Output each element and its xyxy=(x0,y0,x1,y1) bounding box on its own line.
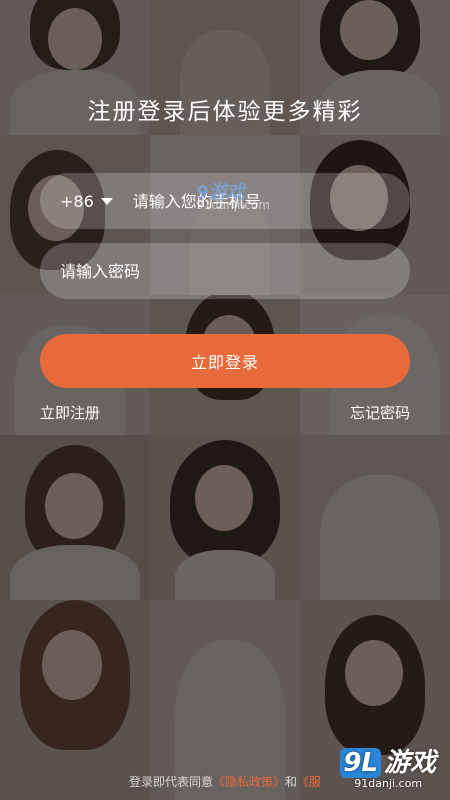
phone-input[interactable] xyxy=(132,191,410,211)
watermark-corner-url: 91danji.com xyxy=(354,777,423,790)
watermark-url: 91danji.com xyxy=(196,198,270,212)
login-button[interactable]: 立即登录 xyxy=(40,334,410,388)
agreement-connector: 和 xyxy=(285,775,298,789)
privacy-policy-link[interactable]: 《隐私政策》 xyxy=(213,775,285,789)
watermark-center: 9游戏 91danji.com xyxy=(196,184,270,212)
caret-down-icon xyxy=(100,197,113,205)
forgot-password-link[interactable]: 忘记密码 xyxy=(350,402,410,423)
page-title: 注册登录后体验更多精彩 xyxy=(87,99,363,125)
agreement-prefix: 登录即代表同意 xyxy=(128,775,213,789)
password-field xyxy=(40,243,410,299)
country-code-selector[interactable]: +86 xyxy=(60,192,113,211)
login-screen: 注册登录后体验更多精彩 +86 9游戏 91danji.com 立即登录 立即注… xyxy=(0,0,450,800)
service-agreement-link[interactable]: 《服 xyxy=(297,775,321,789)
country-code-label: +86 xyxy=(60,191,94,211)
watermark-corner-logo: 9L 游戏 xyxy=(340,748,436,778)
watermark-corner-logo-text: 游戏 xyxy=(383,748,436,778)
password-input[interactable] xyxy=(60,261,410,281)
watermark-corner: 9L 游戏 91danji.com xyxy=(340,748,436,790)
watermark-corner-logo-num: 9L xyxy=(340,748,381,778)
register-link[interactable]: 立即注册 xyxy=(40,402,100,423)
